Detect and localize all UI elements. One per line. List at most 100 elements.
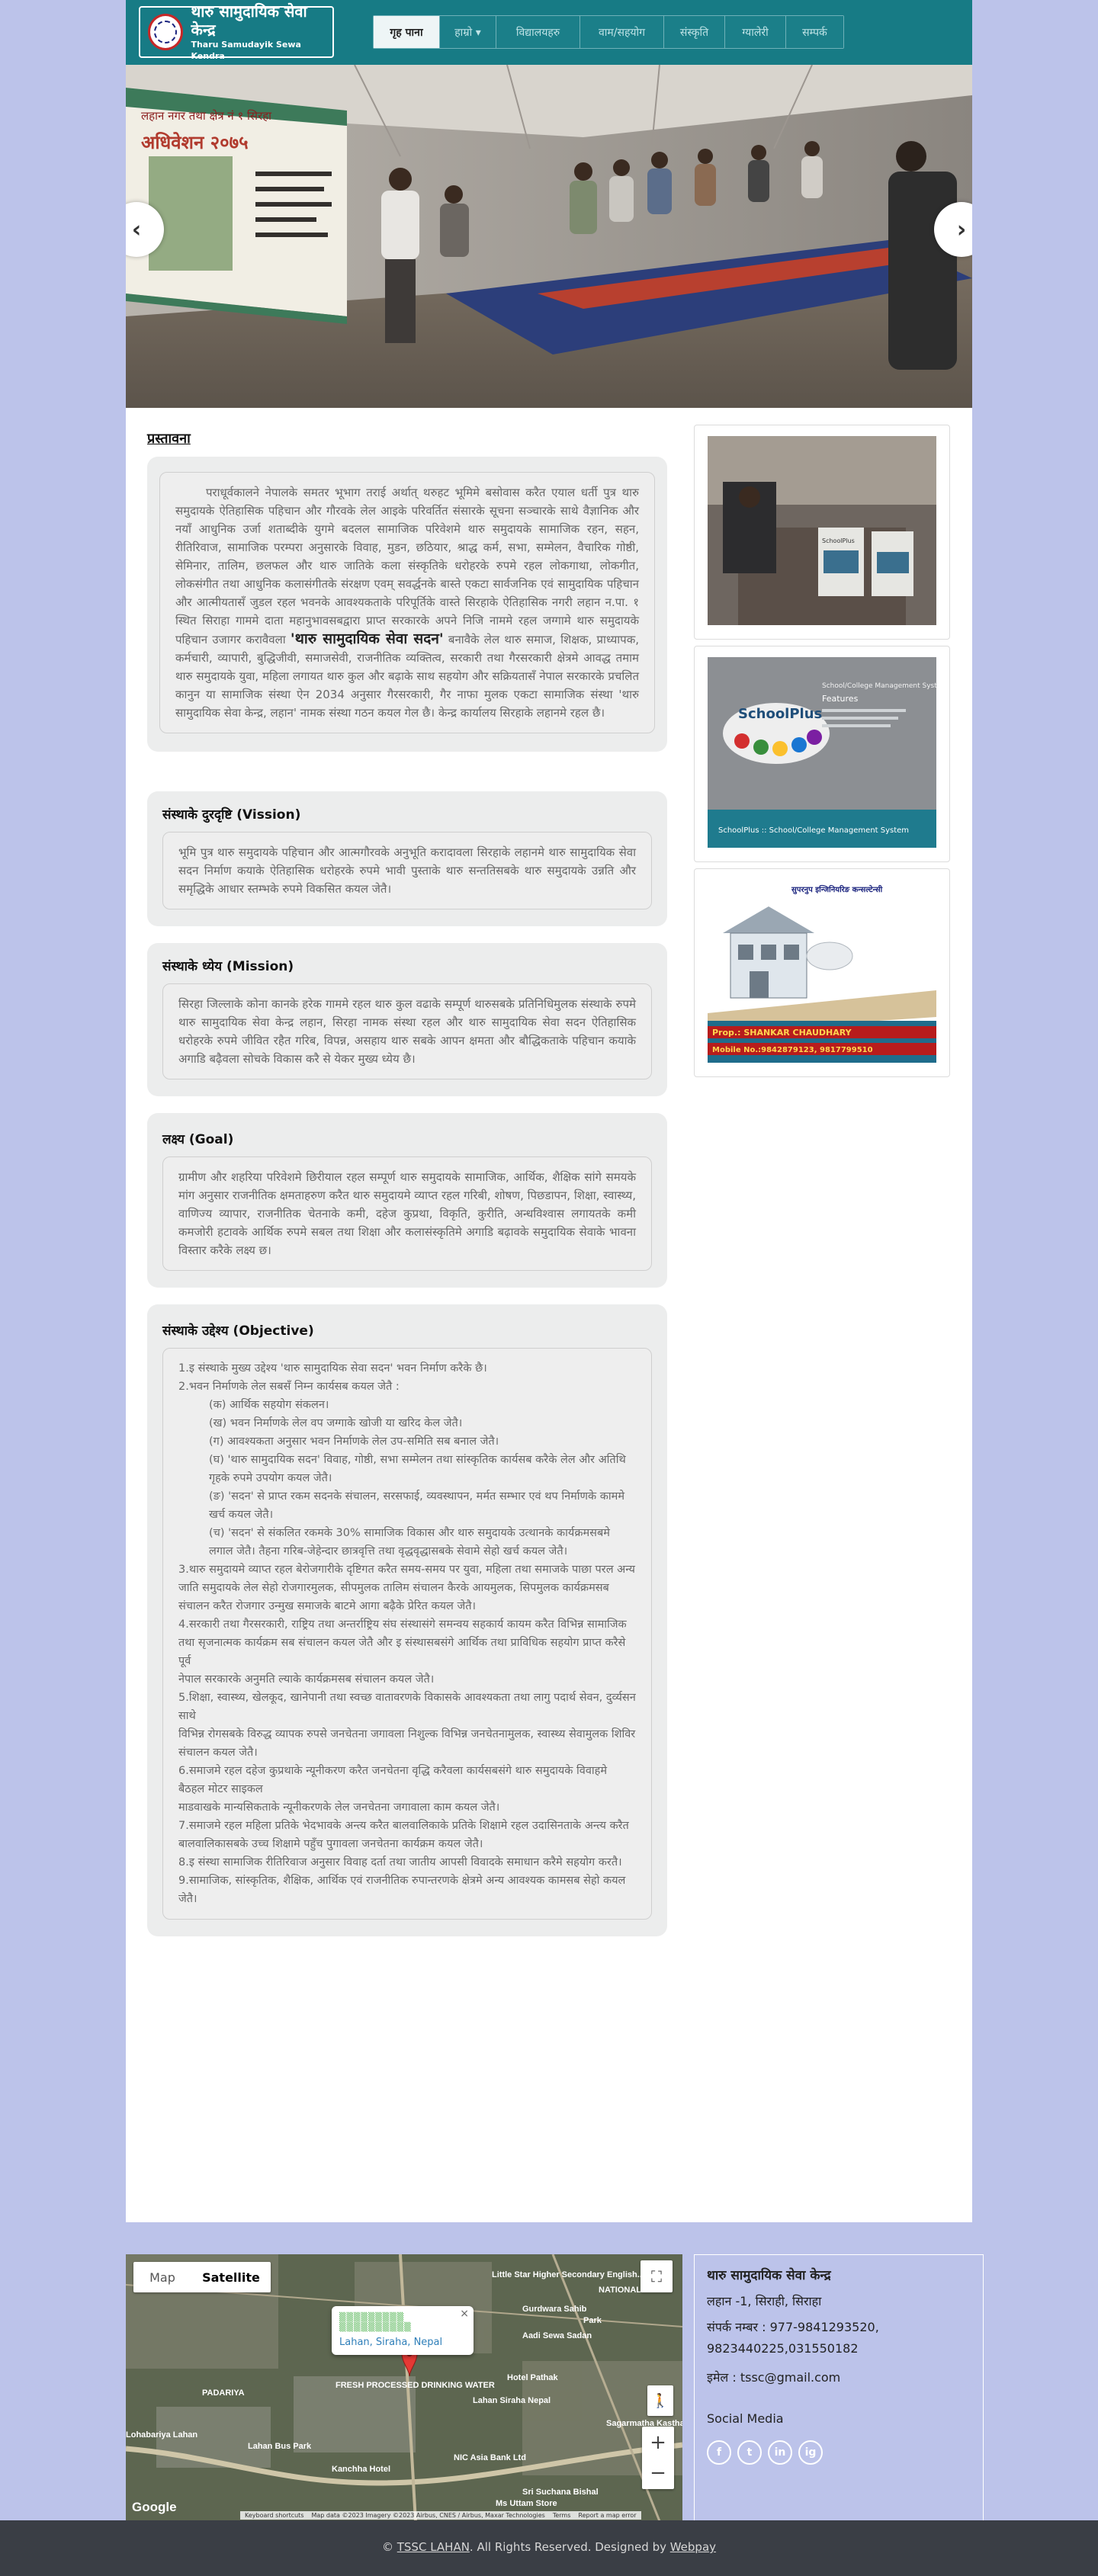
zoom-control: + − xyxy=(642,2427,674,2489)
map-satellite-image: Little Star Higher Secondary English... … xyxy=(126,2254,682,2521)
contact-phone-2: 9823440225,031550182 xyxy=(707,2341,859,2356)
map-label: NIC Asia Bank Ltd xyxy=(454,2453,526,2462)
goal-text: ग्रामीण और शहरिया परिवेशमे छिरीयाल रहल स… xyxy=(162,1156,652,1271)
engineering-mobile: Mobile No.:9842879123, 9817799510 xyxy=(712,1046,873,1054)
nav-schools[interactable]: विद्यालयहरु xyxy=(496,16,580,48)
map-label: Kanchha Hotel xyxy=(332,2465,390,2474)
nav-culture[interactable]: संस्कृति xyxy=(663,16,724,48)
map-data-credit: Map data ©2023 Imagery ©2023 Airbus, CNE… xyxy=(311,2512,545,2519)
objective-item: (ग) आवश्यकता अनुसार भवन निर्माणके लेल उप… xyxy=(209,1436,499,1448)
logo-text: थारु सामुदायिक सेवा केन्द्र Tharu Samuda… xyxy=(191,2,332,62)
map-label: Sri Suchana Bishal xyxy=(522,2488,599,2497)
objective-item: 2.भवन निर्माणके लेल सबसँ निम्न कार्यसब क… xyxy=(178,1381,400,1393)
map-report-link[interactable]: Report a map error xyxy=(578,2512,636,2519)
map-label: Ms Uttam Store xyxy=(496,2499,557,2508)
site-logo[interactable]: थारु सामुदायिक सेवा केन्द्र Tharu Samuda… xyxy=(139,2,334,61)
social-links: f t in ig xyxy=(707,2440,971,2465)
map-label: Hotel Pathak xyxy=(507,2373,559,2382)
mission-text: सिरहा जिल्लाके कोना कानके हरेक गाममे रहल… xyxy=(162,983,652,1079)
designer-link[interactable]: Webpay xyxy=(670,2540,716,2554)
vision-title: संस्थाके दुरदृष्टि (Vission) xyxy=(162,807,301,823)
logo-title-np: थारु सामुदायिक सेवा केन्द्र xyxy=(191,2,307,39)
close-icon[interactable]: × xyxy=(460,2308,469,2320)
schoolplus-ad-image: SchoolPlus School/College Management Sys… xyxy=(708,657,948,848)
intro-highlight: 'थारु सामुदायिक सेवा सदन' xyxy=(290,630,444,647)
nav-contact[interactable]: सम्पर्क xyxy=(785,16,843,48)
engineering-prop-name: Prop.: SHANKAR CHAUDHARY xyxy=(712,1028,852,1038)
copyright: © TSSC LAHAN. All Rights Reserved. Desig… xyxy=(0,2540,1098,2554)
sidebar-ad-schoolplus[interactable]: SchoolPlus School/College Management Sys… xyxy=(694,646,950,862)
vision-card: संस्थाके दुरदृष्टि (Vission) भूमि पुत्र … xyxy=(147,791,667,926)
objective-item: 8.इ संस्था सामाजिक रीतिरिवाज अनुसार विवा… xyxy=(178,1856,622,1869)
map-keyboard-shortcuts[interactable]: Keyboard shortcuts xyxy=(245,2512,303,2519)
map-info-blurred: ▒▒▒▒▒▒▒▒▒ ▒▒▒▒▒▒▒▒▒▒ xyxy=(339,2312,412,2332)
map-type-map[interactable]: Map xyxy=(133,2270,191,2285)
objective-item: 1.इ संस्थाके मुख्य उद्देश्य 'थारु सामुदा… xyxy=(178,1362,487,1375)
objective-item: विभिन्न रोगसबके विरुद्ध व्यापक रुपसे जनच… xyxy=(178,1728,636,1740)
fullscreen-icon[interactable]: ⛶ xyxy=(640,2260,673,2292)
google-logo: Google xyxy=(132,2500,177,2514)
map-label: FRESH PROCESSED DRINKING WATER xyxy=(336,2381,495,2390)
map-info-place: Lahan, Siraha, Nepal xyxy=(339,2337,443,2348)
intro-paragraph-1: पराधूर्वकालने नेपालके समतर भूभाग तराई अर… xyxy=(175,486,639,646)
engineering-company: सुपरनुप इन्जिनियरिङ कन्सल्टेन्सी xyxy=(791,884,883,894)
vision-text: भूमि पुत्र थारु समुदायके पहिचान और आत्मग… xyxy=(162,832,652,909)
nav-gallery[interactable]: ग्यालेरी xyxy=(724,16,785,48)
map-label: Little Star Higher Secondary English... xyxy=(492,2270,644,2279)
engineering-ad-image: सुपरनुप इन्जिनियरिङ कन्सल्टेन्सी Prop.: … xyxy=(708,880,936,1063)
social-media-title: Social Media xyxy=(707,2411,784,2426)
map-type-control: Map Satellite xyxy=(133,2262,271,2292)
sidebar: SchoolPlus SchoolPlus School/College Man… xyxy=(694,425,950,1083)
zoom-out-button[interactable]: − xyxy=(650,2458,666,2488)
zoom-in-button[interactable]: + xyxy=(650,2427,666,2458)
objective-list: 1.इ संस्थाके मुख्य उद्देश्य 'थारु सामुदा… xyxy=(162,1348,652,1920)
sidebar-ad-schoolplus-photo[interactable]: SchoolPlus xyxy=(694,425,950,640)
twitter-icon[interactable]: t xyxy=(737,2440,762,2465)
objective-item: नेपाल सरकारके अनुमति ल्याके कार्यक्रमसब … xyxy=(178,1673,435,1686)
map-type-satellite[interactable]: Satellite xyxy=(191,2270,271,2285)
objective-card: संस्थाके उद्देश्य (Objective) 1.इ संस्था… xyxy=(147,1304,667,1936)
objective-item: 5.शिक्षा, स्वास्थ्य, खेलकूद, खानेपानी तथ… xyxy=(178,1692,636,1722)
copyright-brand-link[interactable]: TSSC LAHAN xyxy=(397,2540,470,2554)
goal-title: लक्ष्य (Goal) xyxy=(162,1132,234,1147)
site-header: थारु सामुदायिक सेवा केन्द्र Tharu Samuda… xyxy=(126,0,972,65)
map-terms-link[interactable]: Terms xyxy=(553,2512,571,2519)
goal-card: लक्ष्य (Goal) ग्रामीण और शहरिया परिवेशमे… xyxy=(147,1113,667,1288)
map-label: Lohabariya Lahan xyxy=(126,2430,197,2440)
instagram-icon[interactable]: ig xyxy=(798,2440,823,2465)
map-label: Gurdwara Sahib xyxy=(522,2305,587,2314)
hero-slider: अधिवेशन २०७५ लहान नगर तथा क्षेत्र नं १ स… xyxy=(126,65,972,408)
facebook-icon[interactable]: f xyxy=(707,2440,731,2465)
contact-address: लहान -1, सिराही, सिराहा xyxy=(707,2294,822,2308)
map-label: PADARIYA xyxy=(202,2388,245,2398)
schoolplus-footer: SchoolPlus :: School/College Management … xyxy=(718,826,909,835)
sidebar-ad-engineering[interactable]: सुपरनुप इन्जिनियरिङ कन्सल्टेन्सी Prop.: … xyxy=(694,868,950,1077)
objective-item: 4.सरकारी तथा गैरसरकारी, राष्ट्रिय तथा अन… xyxy=(178,1618,627,1631)
logo-title-en: Tharu Samudayik Sewa Kendra xyxy=(191,40,301,61)
street-view-pegman-icon[interactable]: 🚶 xyxy=(647,2385,673,2416)
location-map[interactable]: Little Star Higher Secondary English... … xyxy=(126,2254,682,2521)
nav-home[interactable]: गृह पाना xyxy=(374,16,439,48)
mission-title: संस्थाके ध्येय (Mission) xyxy=(162,959,294,974)
nav-donation[interactable]: वाम/सहयोग xyxy=(580,16,663,48)
nav-about[interactable]: हाम्रो ▾ xyxy=(439,16,496,48)
chevron-left-icon: ‹ xyxy=(131,216,142,243)
contact-title: थारु सामुदायिक सेवा केन्द्र xyxy=(707,2268,831,2283)
chevron-right-icon: › xyxy=(956,216,967,243)
objective-item: (च) 'सदन' से संकलित रकमके 30% सामाजिक वि… xyxy=(209,1527,610,1557)
banner-title: अधिवेशन २०७५ xyxy=(141,132,249,153)
contact-info: थारु सामुदायिक सेवा केन्द्र लहान -1, सिर… xyxy=(694,2254,984,2521)
objective-item: (ख) भवन निर्माणके लेल वप जग्गाके खोजी या… xyxy=(209,1417,463,1429)
logo-seal-icon xyxy=(148,14,184,50)
objective-item: बालवालिकासबके उच्च शिक्षामे पहुँच पुगावल… xyxy=(178,1838,483,1850)
linkedin-icon[interactable]: in xyxy=(768,2440,792,2465)
schoolplus-subtitle: School/College Management System xyxy=(822,682,936,690)
banner-subtitle: लहान नगर तथा क्षेत्र नं १ सिरहा xyxy=(141,109,272,123)
objective-item: तथा सृजनात्मक कार्यक्रम सब संचालन कयल जे… xyxy=(178,1637,626,1667)
content-column: प्रस्तावना पराधूर्वकालने नेपालके समतर भू… xyxy=(147,415,667,1936)
copyright-symbol: © xyxy=(381,2540,397,2554)
objective-item: 9.सामाजिक, सांस्कृतिक, शैक्षिक, आर्थिक ए… xyxy=(178,1875,626,1905)
intro-card: पराधूर्वकालने नेपालके समतर भूभाग तराई अर… xyxy=(147,457,667,752)
main-content: प्रस्तावना पराधूर्वकालने नेपालके समतर भू… xyxy=(126,408,972,2222)
objective-item: 7.समाजमे रहल महिला प्रतिके भेदभावके अन्त… xyxy=(178,1820,629,1832)
